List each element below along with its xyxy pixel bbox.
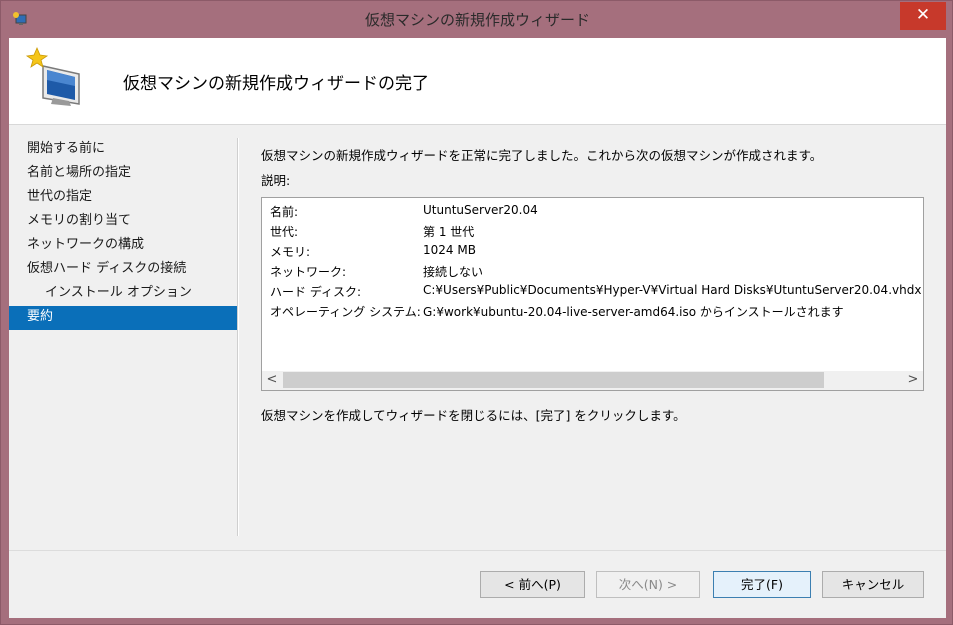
scroll-left-icon[interactable]: <	[262, 371, 282, 390]
nav-item-virtual-hard-disk[interactable]: 仮想ハード ディスクの接続	[9, 258, 237, 282]
wizard-client-area: 仮想マシンの新規作成ウィザードの完了 開始する前に 名前と場所の指定 世代の指定…	[9, 38, 946, 618]
completion-message: 仮想マシンの新規作成ウィザードを正常に完了しました。これから次の仮想マシンが作成…	[261, 148, 823, 163]
nav-item-before-you-begin[interactable]: 開始する前に	[9, 138, 237, 162]
summary-key: オペレーティング システム:	[270, 305, 421, 319]
nav-item-summary[interactable]: 要約	[9, 306, 237, 330]
window-title: 仮想マシンの新規作成ウィザード	[364, 11, 590, 29]
finish-instructions: 仮想マシンを作成してウィザードを閉じるには、[完了] をクリックします。	[261, 408, 686, 423]
summary-value: 1024 MB	[423, 243, 476, 257]
nav-item-name-location[interactable]: 名前と場所の指定	[9, 162, 237, 186]
nav-divider	[237, 138, 239, 536]
back-button[interactable]: < 前へ(P)	[480, 571, 585, 598]
nav-item-networking[interactable]: ネットワークの構成	[9, 234, 237, 258]
summary-key: 名前:	[270, 205, 299, 219]
scroll-right-icon[interactable]: >	[903, 371, 923, 390]
summary-value: UtuntuServer20.04	[423, 203, 538, 217]
footer-divider	[9, 550, 946, 551]
cancel-button[interactable]: キャンセル	[822, 571, 924, 598]
finish-button[interactable]: 完了(F)	[713, 571, 811, 598]
summary-value: 第 1 世代	[423, 225, 475, 239]
nav-item-installation-options[interactable]: インストール オプション	[9, 282, 237, 306]
nav-item-memory[interactable]: メモリの割り当て	[9, 210, 237, 234]
page-title: 仮想マシンの新規作成ウィザードの完了	[123, 74, 429, 94]
wizard-window: 仮想マシンの新規作成ウィザード ✕ 仮想マシンの新規作成ウィザードの完了 開始す…	[0, 0, 953, 625]
description-label: 説明:	[261, 173, 291, 188]
nav-item-generation[interactable]: 世代の指定	[9, 186, 237, 210]
horizontal-scrollbar[interactable]: < >	[262, 371, 923, 390]
summary-list-box[interactable]: 名前: UtuntuServer20.04 世代: 第 1 世代 メモリ: 10…	[261, 197, 924, 391]
summary-key: ハード ディスク:	[270, 285, 362, 299]
summary-value: G:¥work¥ubuntu-20.04-live-server-amd64.i…	[423, 305, 844, 319]
summary-key: メモリ:	[270, 245, 311, 259]
wizard-step-nav: 開始する前に 名前と場所の指定 世代の指定 メモリの割り当て ネットワークの構成…	[9, 138, 237, 330]
new-vm-wizard-icon	[25, 46, 80, 106]
summary-value: C:¥Users¥Public¥Documents¥Hyper-V¥Virtua…	[423, 283, 924, 297]
summary-key: ネットワーク:	[270, 265, 347, 279]
scrollbar-thumb[interactable]	[283, 372, 824, 388]
summary-value: 接続しない	[423, 265, 484, 279]
title-bar: 仮想マシンの新規作成ウィザード ✕	[1, 1, 953, 38]
close-button[interactable]: ✕	[900, 2, 946, 30]
next-button[interactable]: 次へ(N) >	[596, 571, 700, 598]
summary-key: 世代:	[270, 225, 299, 239]
wizard-header: 仮想マシンの新規作成ウィザードの完了	[9, 38, 946, 125]
